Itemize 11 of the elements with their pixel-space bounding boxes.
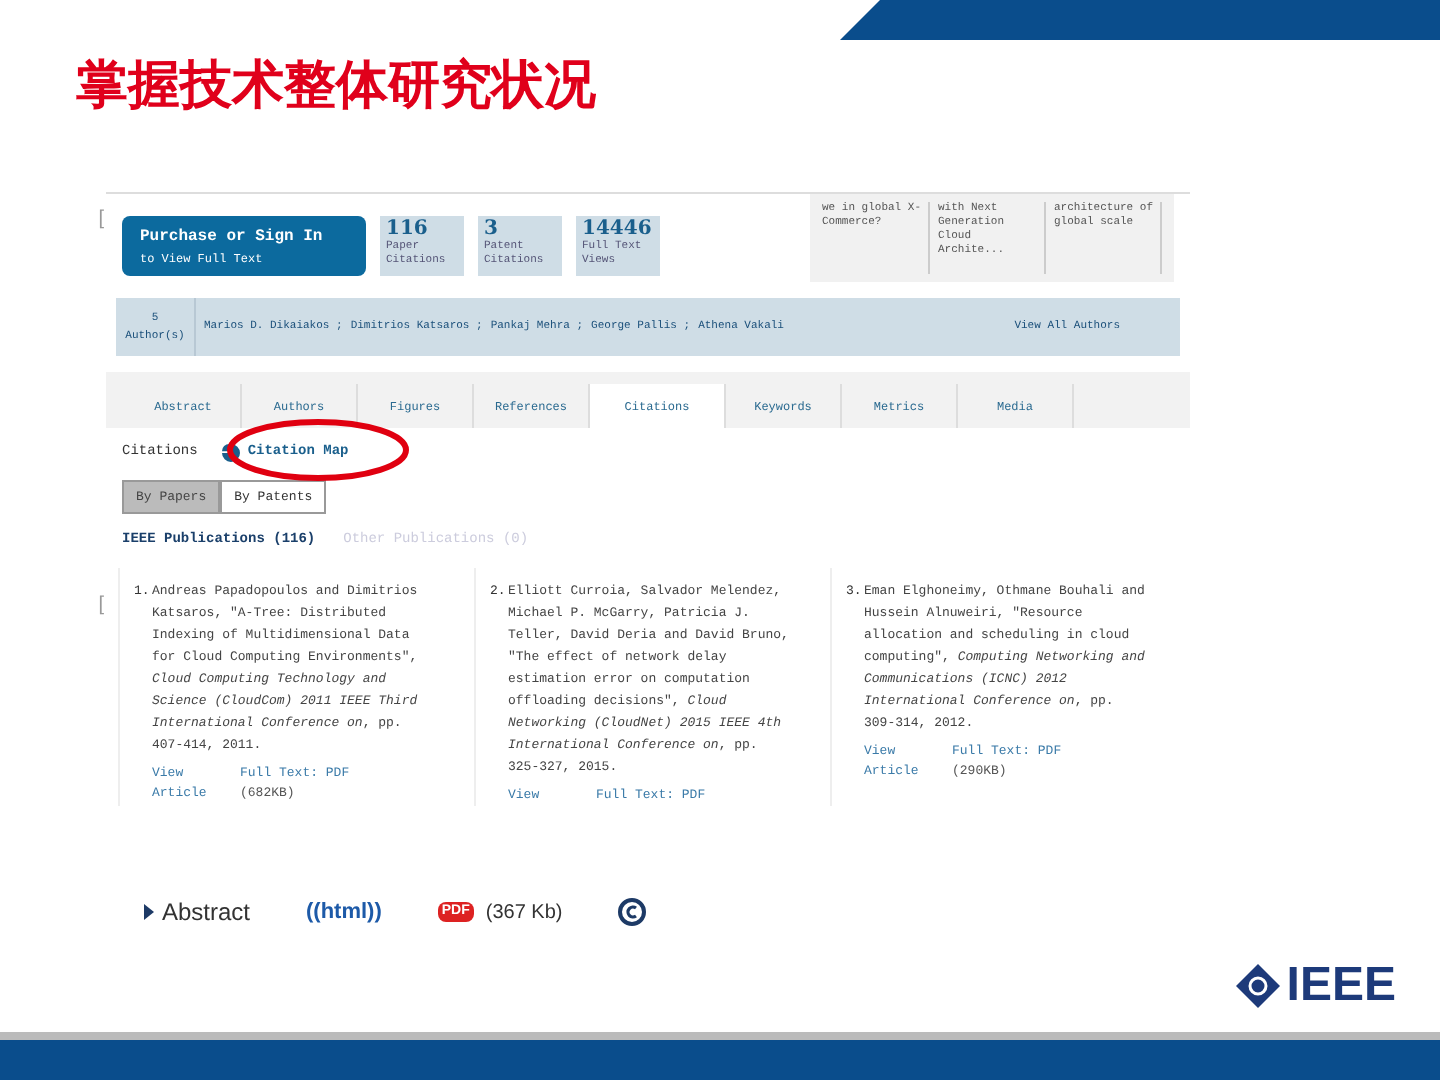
- copyright-icon: [618, 898, 647, 926]
- pie-chart-icon: [221, 443, 240, 461]
- file-size: (367 Kb): [485, 899, 563, 927]
- bracket-mark: [: [98, 592, 104, 620]
- ieee-logo: IEEE: [1236, 962, 1396, 1010]
- triangle-icon: [144, 904, 154, 920]
- diamond-icon: [1236, 964, 1281, 1008]
- slide-title: 掌握技术整体研究状况: [76, 60, 596, 112]
- html-link[interactable]: ((html)): [306, 895, 382, 929]
- bracket-mark: [: [98, 206, 104, 234]
- abstract-link[interactable]: Abstract: [144, 894, 251, 930]
